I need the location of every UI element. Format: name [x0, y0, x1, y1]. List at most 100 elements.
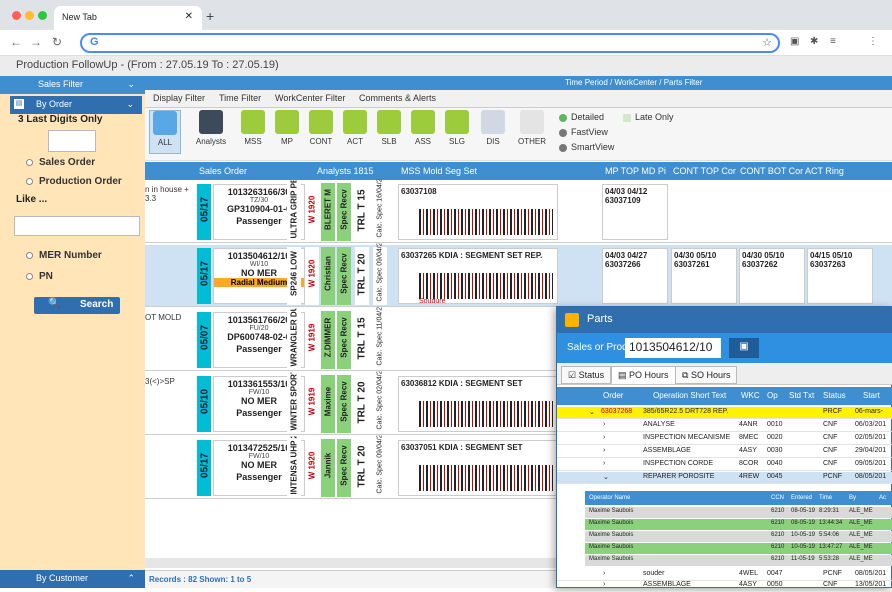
mp-cell[interactable]: 04/15 05/10 63037263: [807, 248, 873, 304]
analyst[interactable]: Maxime: [321, 375, 335, 433]
table-row[interactable]: 05/17 1013504612/10 WI/10 NO MER Radial …: [145, 244, 565, 307]
tab-time-filter[interactable]: Time Filter: [219, 93, 261, 103]
save-icon[interactable]: ▣: [729, 338, 759, 358]
sales-or-prod-input[interactable]: 1013504612/10: [625, 338, 721, 358]
tab-so-hours[interactable]: ⧉ SO Hours: [675, 366, 738, 384]
table-row[interactable]: 3(<)>SP 05/10 1013361553/10 FW/10 NO MER…: [145, 372, 565, 435]
parts-row[interactable]: › INSPECTION MECANISME 8MEC 0020 CNF 02/…: [557, 433, 892, 445]
col-mp-top[interactable]: MP TOP MD Pi: [605, 166, 666, 176]
mss-cell[interactable]: 63037051 KDIA : SEGMENT SET: [398, 440, 558, 496]
filter-ass-button[interactable]: ASS: [407, 110, 439, 154]
filter-dis-button[interactable]: DIS: [477, 110, 509, 154]
filter-analysts-button[interactable]: Analysts: [193, 110, 229, 154]
back-icon[interactable]: ←: [10, 35, 22, 49]
tab-po-hours[interactable]: ▤ PO Hours: [611, 366, 676, 384]
mp-cell[interactable]: 04/30 05/10 63037261: [671, 248, 737, 304]
mss-cell[interactable]: 63037265 KDIA : SEGMENT SET REP. Soudure: [398, 248, 558, 305]
col-ac[interactable]: Ac: [879, 495, 886, 501]
col-cont-top[interactable]: CONT TOP Cor: [673, 166, 736, 176]
tab-workcenter-filter[interactable]: WorkCenter Filter: [275, 93, 345, 103]
operator-row[interactable]: Maxime Saubois 6210 11-05-19 5:53:28 ALE…: [585, 555, 892, 566]
filter-slg-button[interactable]: SLG: [441, 110, 473, 154]
tab-comments-alerts[interactable]: Comments & Alerts: [359, 93, 436, 103]
parts-row[interactable]: › ASSEMBLAGE 4ASY 0050 CNF 13/05/201: [557, 580, 892, 592]
extension-icon[interactable]: ▣: [790, 36, 799, 47]
detailed-option[interactable]: Detailed: [559, 112, 604, 122]
operator-row[interactable]: Maxime Saubois 6210 10-05-19 5:54:06 ALE…: [585, 531, 892, 542]
production-order-radio[interactable]: Production Order: [26, 176, 122, 187]
close-tab-icon[interactable]: ✕: [185, 11, 193, 22]
address-bar[interactable]: G ☆: [80, 33, 780, 53]
by-customer-header[interactable]: By Customer ⌃: [0, 570, 145, 588]
like-input[interactable]: [14, 216, 140, 236]
operator-row[interactable]: Maxime Saubois 6210 08-05-19 8:29:31 ALE…: [585, 507, 892, 518]
mer-number-radio[interactable]: MER Number: [26, 250, 102, 261]
filter-mp-button[interactable]: MP: [271, 110, 303, 154]
horizontal-scrollbar[interactable]: [145, 558, 565, 568]
filter-act-button[interactable]: ACT: [339, 110, 371, 154]
table-row[interactable]: OT MOLD 05/07 1013561766/20 FU/20 DP6007…: [145, 308, 565, 371]
col-ccn[interactable]: CCN: [771, 495, 784, 501]
table-row[interactable]: n in house + 3.3 05/17 1013263166/30 TZ/…: [145, 180, 565, 243]
filter-other-button[interactable]: OTHER: [513, 110, 551, 154]
col-operator-name[interactable]: Operator Name: [589, 495, 630, 501]
expand-icon[interactable]: ⌄: [603, 473, 609, 481]
operator-row[interactable]: Maxime Saubois 6210 10-05-19 13:47:27 AL…: [585, 543, 892, 554]
col-start[interactable]: Start: [863, 391, 880, 400]
filter-mss-button[interactable]: MSS: [237, 110, 269, 154]
close-window-dot[interactable]: [12, 11, 21, 20]
reload-icon[interactable]: ↻: [52, 35, 62, 49]
expand-icon[interactable]: ›: [603, 460, 605, 467]
parts-title-bar[interactable]: Parts: [557, 307, 892, 333]
sales-order-radio[interactable]: Sales Order: [26, 157, 95, 168]
parts-row[interactable]: ⌄ 63037268 385/65R22.5 DRT728 REP. PRCF …: [557, 407, 892, 419]
col-mss[interactable]: MSS Mold Seg Set: [401, 166, 477, 176]
expand-icon[interactable]: ›: [603, 570, 605, 577]
col-std-txt[interactable]: Std Txt: [789, 391, 814, 400]
col-status[interactable]: Status: [823, 391, 846, 400]
col-cont-bot[interactable]: CONT BOT Cor: [740, 166, 803, 176]
minimize-window-dot[interactable]: [25, 11, 34, 20]
bookmark-star-icon[interactable]: ☆: [762, 36, 772, 49]
forward-icon[interactable]: →: [30, 35, 42, 49]
col-analysts[interactable]: Analysts 1815: [317, 166, 374, 176]
col-order[interactable]: Order: [603, 391, 623, 400]
reading-list-icon[interactable]: ≡: [830, 36, 836, 47]
mp-cell[interactable]: 04/30 05/10 63037262: [739, 248, 805, 304]
expand-icon[interactable]: ⌄: [589, 408, 595, 416]
expand-icon[interactable]: ›: [603, 581, 605, 588]
col-wkc[interactable]: WKC: [741, 391, 760, 400]
filter-all-button[interactable]: ALL: [149, 110, 181, 154]
tab-display-filter[interactable]: Display Filter: [153, 93, 205, 103]
fastview-option[interactable]: FastView: [559, 127, 608, 137]
expand-icon[interactable]: ›: [603, 421, 605, 428]
mss-cell[interactable]: 63037108: [398, 184, 558, 240]
parts-row[interactable]: › INSPECTION CORDE 8COR 0040 CNF 09/05/2…: [557, 459, 892, 471]
analyst[interactable]: BLERET M: [321, 183, 335, 241]
expand-icon[interactable]: ›: [603, 434, 605, 441]
mp-cell[interactable]: 04/03 04/12 63037109: [602, 184, 668, 240]
operator-row[interactable]: Maxime Saubois 6210 08-05-19 13:44:34 AL…: [585, 519, 892, 530]
search-button[interactable]: 🔍 Search: [34, 297, 120, 314]
new-tab-icon[interactable]: +: [206, 8, 214, 24]
parts-row[interactable]: › ASSEMBLAGE 4ASY 0030 CNF 29/04/201: [557, 446, 892, 458]
parts-row[interactable]: › ANALYSE 4ANR 0010 CNF 06/03/201: [557, 420, 892, 432]
analyst[interactable]: Jannik: [321, 439, 335, 497]
filter-slb-button[interactable]: SLB: [373, 110, 405, 154]
smartview-option[interactable]: SmartView: [559, 142, 614, 152]
maximize-window-dot[interactable]: [38, 11, 47, 20]
mss-cell[interactable]: 63036812 KDIA : SEGMENT SET: [398, 376, 558, 432]
by-order-header[interactable]: ▤ By Order ⌄: [10, 96, 142, 114]
col-time[interactable]: Time: [819, 495, 832, 501]
analyst[interactable]: Christian: [321, 247, 335, 305]
col-entered[interactable]: Entered: [791, 495, 812, 501]
menu-dots-icon[interactable]: ⋮: [868, 36, 878, 47]
last-digits-input[interactable]: [48, 130, 96, 152]
parts-row[interactable]: ⌄ REPARER POROSITE 4REW 0045 PCNF 08/05/…: [557, 472, 892, 484]
col-operation[interactable]: Operation Short Text: [653, 391, 726, 400]
puzzle-icon[interactable]: ✱: [810, 36, 818, 47]
sales-filter-header[interactable]: Sales Filter ⌄: [0, 76, 145, 94]
col-sales-order[interactable]: Sales Order: [199, 166, 247, 176]
col-act-ring[interactable]: ACT Ring: [805, 166, 844, 176]
late-only-option[interactable]: Late Only: [623, 112, 674, 122]
